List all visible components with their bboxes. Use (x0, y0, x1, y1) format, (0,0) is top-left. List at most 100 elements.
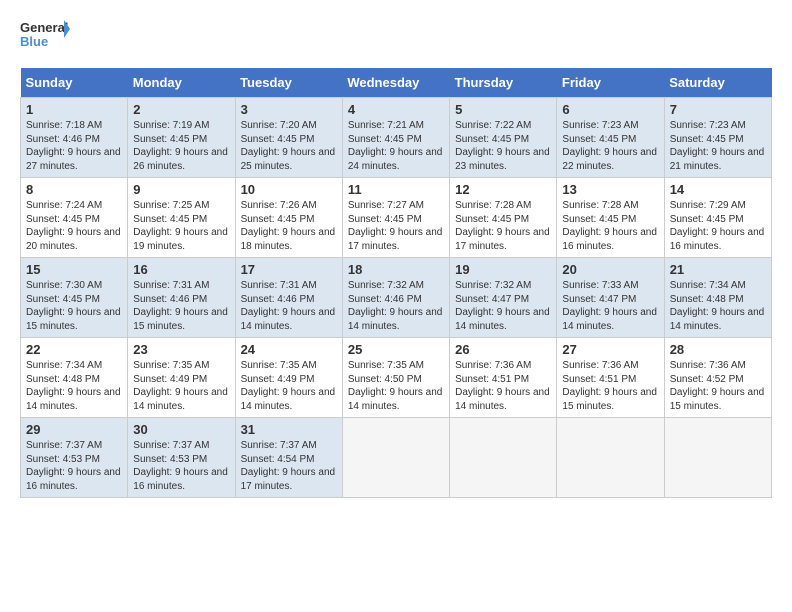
week-row-1: 1 Sunrise: 7:18 AMSunset: 4:46 PMDaylight… (21, 98, 772, 178)
calendar-cell: 23 Sunrise: 7:35 AMSunset: 4:49 PMDayligh… (128, 338, 235, 418)
day-info: Sunrise: 7:30 AMSunset: 4:45 PMDaylight:… (26, 279, 122, 333)
day-number: 10 (241, 182, 337, 197)
calendar-cell: 20Sunrise: 7:33 AMSunset: 4:47 PMDayligh… (557, 258, 664, 338)
day-number: 1 (26, 102, 122, 117)
day-number: 5 (455, 102, 551, 117)
day-info: Sunrise: 7:23 AMSunset: 4:45 PMDaylight:… (562, 119, 658, 173)
day-info: Sunrise: 7:37 AMSunset: 4:54 PMDaylight:… (241, 439, 337, 493)
calendar-cell: 18 Sunrise: 7:32 AMSunset: 4:46 PMDayligh… (342, 258, 449, 338)
calendar-cell: 4Sunrise: 7:21 AMSunset: 4:45 PMDaylight… (342, 98, 449, 178)
day-number: 27 (562, 342, 658, 357)
day-info: Sunrise: 7:35 AMSunset: 4:49 PMDaylight:… (133, 359, 229, 413)
week-row-3: 15Sunrise: 7:30 AMSunset: 4:45 PMDayligh… (21, 258, 772, 338)
week-row-5: 29 Sunrise: 7:37 AMSunset: 4:53 PMDayligh… (21, 418, 772, 498)
day-info: Sunrise: 7:18 AMSunset: 4:46 PMDaylight:… (26, 119, 122, 173)
weekday-header-sunday: Sunday (21, 68, 128, 98)
day-number: 23 (133, 342, 229, 357)
day-number: 3 (241, 102, 337, 117)
weekday-header-saturday: Saturday (664, 68, 771, 98)
day-number: 19 (455, 262, 551, 277)
day-info: Sunrise: 7:36 AMSunset: 4:52 PMDaylight:… (670, 359, 766, 413)
day-number: 25 (348, 342, 444, 357)
calendar-cell: 10 Sunrise: 7:26 AMSunset: 4:45 PMDayligh… (235, 178, 342, 258)
day-info: Sunrise: 7:19 AMSunset: 4:45 PMDaylight:… (133, 119, 229, 173)
day-number: 28 (670, 342, 766, 357)
day-info: Sunrise: 7:29 AMSunset: 4:45 PMDaylight:… (670, 199, 766, 253)
svg-text:General: General (20, 20, 68, 35)
calendar-cell: 3 Sunrise: 7:20 AMSunset: 4:45 PMDaylight… (235, 98, 342, 178)
day-info: Sunrise: 7:35 AMSunset: 4:49 PMDaylight:… (241, 359, 337, 413)
day-info: Sunrise: 7:23 AMSunset: 4:45 PMDaylight:… (670, 119, 766, 173)
calendar-cell: 30 Sunrise: 7:37 AMSunset: 4:53 PMDayligh… (128, 418, 235, 498)
calendar-cell: 7 Sunrise: 7:23 AMSunset: 4:45 PMDaylight… (664, 98, 771, 178)
calendar-cell: 15Sunrise: 7:30 AMSunset: 4:45 PMDayligh… (21, 258, 128, 338)
weekday-header-tuesday: Tuesday (235, 68, 342, 98)
calendar-cell: 27 Sunrise: 7:36 AMSunset: 4:51 PMDayligh… (557, 338, 664, 418)
calendar-cell: 17 Sunrise: 7:31 AMSunset: 4:46 PMDayligh… (235, 258, 342, 338)
day-info: Sunrise: 7:37 AMSunset: 4:53 PMDaylight:… (133, 439, 229, 493)
weekday-header-thursday: Thursday (450, 68, 557, 98)
calendar-cell: 25Sunrise: 7:35 AMSunset: 4:50 PMDayligh… (342, 338, 449, 418)
calendar-cell: 21 Sunrise: 7:34 AMSunset: 4:48 PMDayligh… (664, 258, 771, 338)
day-info: Sunrise: 7:31 AMSunset: 4:46 PMDaylight:… (133, 279, 229, 333)
weekday-header-friday: Friday (557, 68, 664, 98)
day-number: 6 (562, 102, 658, 117)
calendar-cell: 26Sunrise: 7:36 AMSunset: 4:51 PMDayligh… (450, 338, 557, 418)
calendar-cell: 2 Sunrise: 7:19 AMSunset: 4:45 PMDaylight… (128, 98, 235, 178)
day-number: 16 (133, 262, 229, 277)
day-number: 21 (670, 262, 766, 277)
calendar-cell (342, 418, 449, 498)
week-row-2: 8Sunrise: 7:24 AMSunset: 4:45 PMDaylight… (21, 178, 772, 258)
logo-svg: General Blue (20, 16, 70, 58)
day-number: 17 (241, 262, 337, 277)
calendar-cell: 11Sunrise: 7:27 AMSunset: 4:45 PMDayligh… (342, 178, 449, 258)
day-number: 30 (133, 422, 229, 437)
week-row-4: 22 Sunrise: 7:34 AMSunset: 4:48 PMDayligh… (21, 338, 772, 418)
calendar-cell: 14Sunrise: 7:29 AMSunset: 4:45 PMDayligh… (664, 178, 771, 258)
calendar-cell (557, 418, 664, 498)
day-number: 4 (348, 102, 444, 117)
day-number: 31 (241, 422, 337, 437)
calendar-cell: 5 Sunrise: 7:22 AMSunset: 4:45 PMDaylight… (450, 98, 557, 178)
calendar-cell: 24 Sunrise: 7:35 AMSunset: 4:49 PMDayligh… (235, 338, 342, 418)
day-number: 18 (348, 262, 444, 277)
day-number: 13 (562, 182, 658, 197)
day-number: 7 (670, 102, 766, 117)
day-info: Sunrise: 7:32 AMSunset: 4:47 PMDaylight:… (455, 279, 551, 333)
calendar-cell: 6 Sunrise: 7:23 AMSunset: 4:45 PMDaylight… (557, 98, 664, 178)
calendar-cell: 8Sunrise: 7:24 AMSunset: 4:45 PMDaylight… (21, 178, 128, 258)
calendar-cell: 1 Sunrise: 7:18 AMSunset: 4:46 PMDaylight… (21, 98, 128, 178)
calendar-cell: 28 Sunrise: 7:36 AMSunset: 4:52 PMDayligh… (664, 338, 771, 418)
weekday-header-monday: Monday (128, 68, 235, 98)
logo: General Blue (20, 16, 70, 58)
day-info: Sunrise: 7:34 AMSunset: 4:48 PMDaylight:… (670, 279, 766, 333)
day-info: Sunrise: 7:26 AMSunset: 4:45 PMDaylight:… (241, 199, 337, 253)
calendar-cell: 22 Sunrise: 7:34 AMSunset: 4:48 PMDayligh… (21, 338, 128, 418)
day-info: Sunrise: 7:22 AMSunset: 4:45 PMDaylight:… (455, 119, 551, 173)
day-info: Sunrise: 7:31 AMSunset: 4:46 PMDaylight:… (241, 279, 337, 333)
day-info: Sunrise: 7:20 AMSunset: 4:45 PMDaylight:… (241, 119, 337, 173)
calendar-cell: 13 Sunrise: 7:28 AMSunset: 4:45 PMDayligh… (557, 178, 664, 258)
calendar-cell: 29 Sunrise: 7:37 AMSunset: 4:53 PMDayligh… (21, 418, 128, 498)
day-number: 29 (26, 422, 122, 437)
day-number: 2 (133, 102, 229, 117)
day-info: Sunrise: 7:37 AMSunset: 4:53 PMDaylight:… (26, 439, 122, 493)
day-info: Sunrise: 7:32 AMSunset: 4:46 PMDaylight:… (348, 279, 444, 333)
day-number: 8 (26, 182, 122, 197)
day-info: Sunrise: 7:27 AMSunset: 4:45 PMDaylight:… (348, 199, 444, 253)
day-number: 22 (26, 342, 122, 357)
svg-text:Blue: Blue (20, 34, 48, 49)
calendar-table: SundayMondayTuesdayWednesdayThursdayFrid… (20, 68, 772, 498)
day-info: Sunrise: 7:34 AMSunset: 4:48 PMDaylight:… (26, 359, 122, 413)
day-number: 26 (455, 342, 551, 357)
calendar-cell: 9Sunrise: 7:25 AMSunset: 4:45 PMDaylight… (128, 178, 235, 258)
day-number: 24 (241, 342, 337, 357)
calendar-cell: 31 Sunrise: 7:37 AMSunset: 4:54 PMDayligh… (235, 418, 342, 498)
day-number: 12 (455, 182, 551, 197)
calendar-cell: 19 Sunrise: 7:32 AMSunset: 4:47 PMDayligh… (450, 258, 557, 338)
day-number: 9 (133, 182, 229, 197)
day-info: Sunrise: 7:36 AMSunset: 4:51 PMDaylight:… (562, 359, 658, 413)
calendar-cell: 16 Sunrise: 7:31 AMSunset: 4:46 PMDayligh… (128, 258, 235, 338)
day-info: Sunrise: 7:28 AMSunset: 4:45 PMDaylight:… (562, 199, 658, 253)
calendar-cell: 12Sunrise: 7:28 AMSunset: 4:45 PMDayligh… (450, 178, 557, 258)
